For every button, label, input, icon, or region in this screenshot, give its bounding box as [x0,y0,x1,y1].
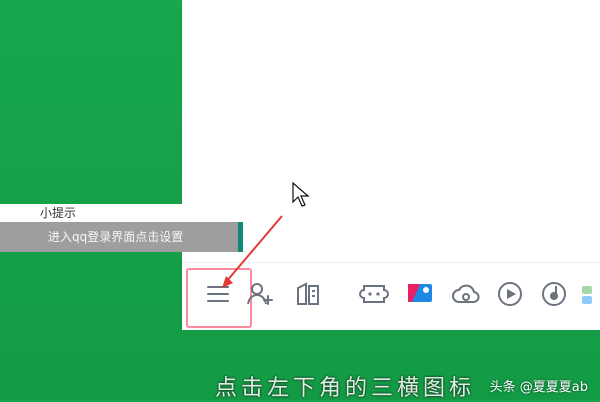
monitor-button[interactable] [404,278,436,310]
game-icon [359,285,389,303]
add-friend-icon [247,283,273,305]
apps-button[interactable] [292,278,324,310]
video-button[interactable] [494,278,526,310]
apps-icon [297,282,319,305]
more-icon [582,286,592,304]
tip-accent-bar [238,222,243,252]
more-button[interactable] [580,278,600,310]
menu-icon [207,286,229,302]
music-icon [542,282,566,306]
bottom-toolbar [182,268,600,328]
tip-title: 小提示 [0,204,183,222]
watermark: 头条 @夏夏夏ab [489,380,588,395]
tip-message: 进入qq登录界面点击设置 [0,222,240,252]
video-caption: 点击左下角的三横图标 [215,376,476,401]
add-friend-button[interactable] [244,278,276,310]
cloud-button[interactable] [450,278,482,310]
tip-popup: 小提示 进入qq登录界面点击设置 [0,200,245,252]
menu-button[interactable] [202,278,234,310]
cloud-icon [452,284,480,303]
music-button[interactable] [538,278,570,310]
toolbar-divider [182,262,600,263]
monitor-icon [408,284,432,302]
video-play-icon [498,282,522,306]
game-button[interactable] [358,278,390,310]
qq-window [182,0,600,330]
mouse-cursor-icon [292,182,310,207]
